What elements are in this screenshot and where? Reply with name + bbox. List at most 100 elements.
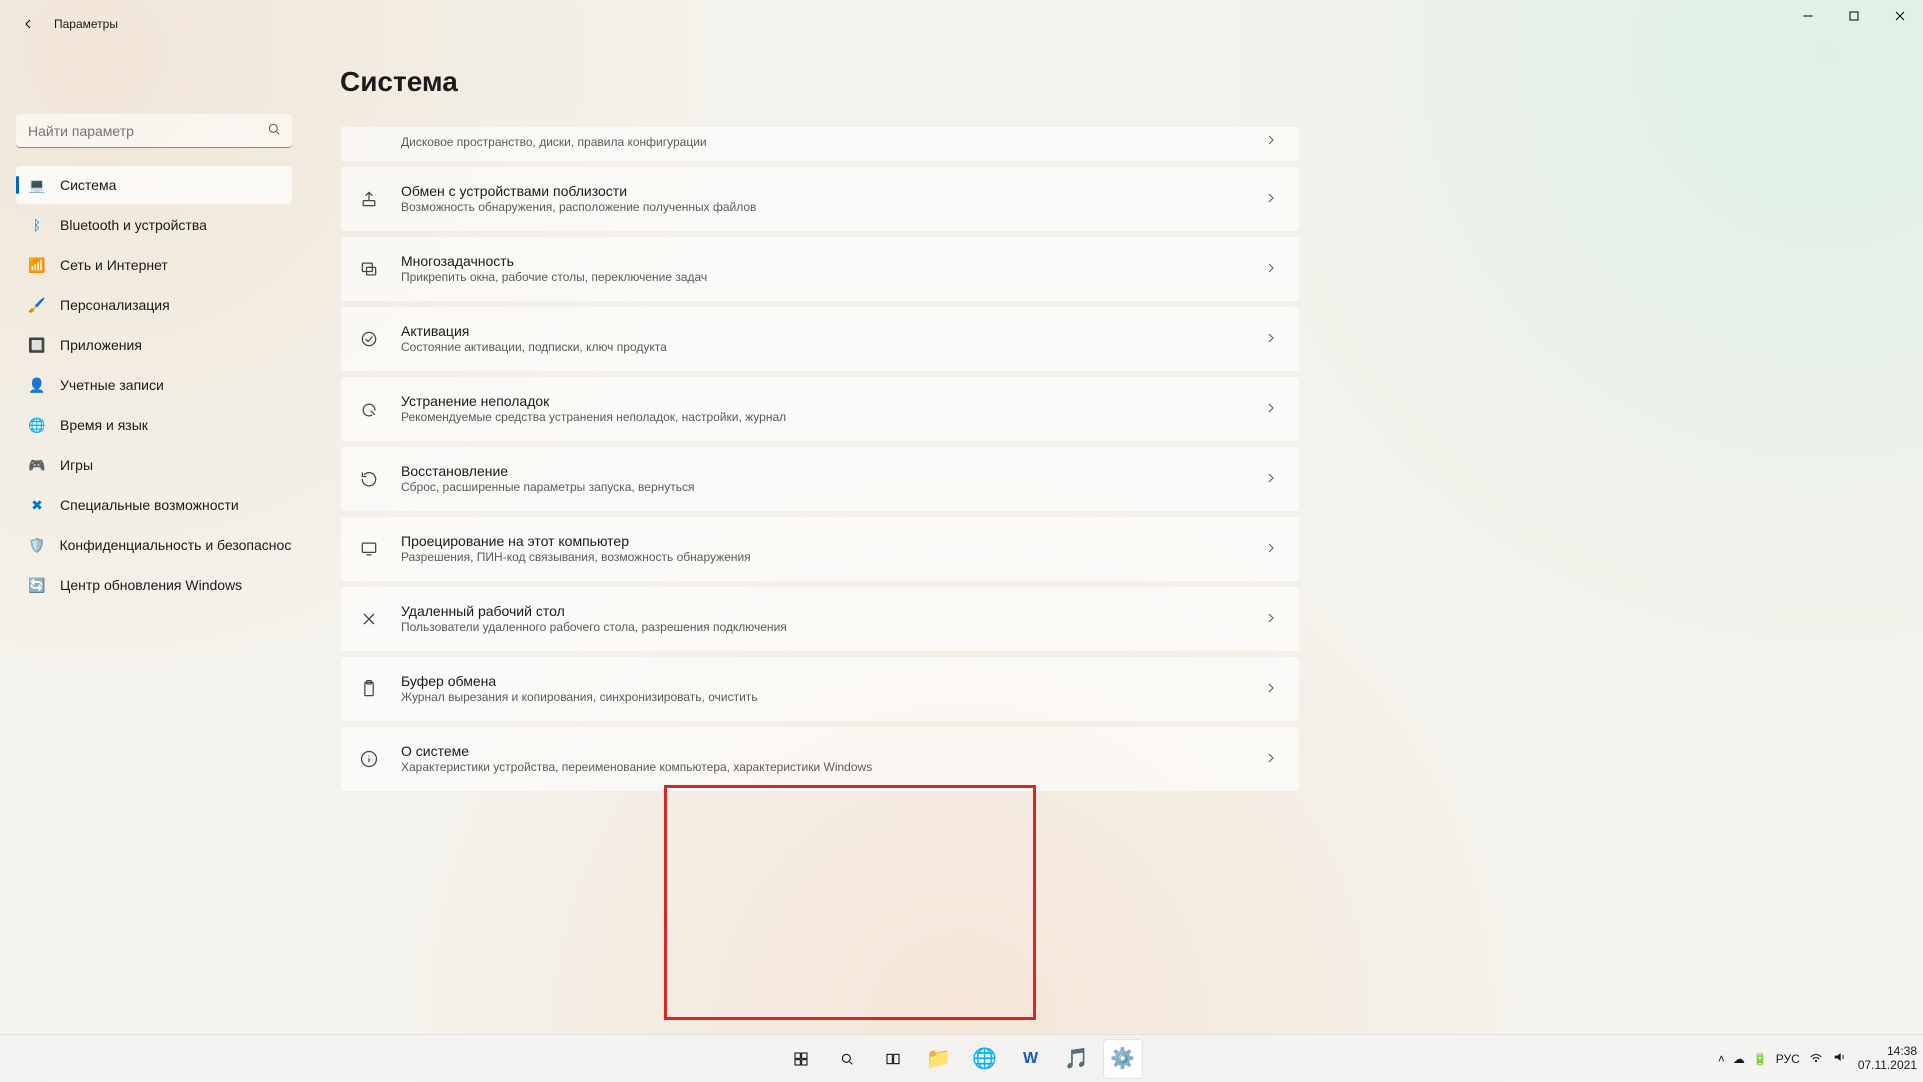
search-wrapper (16, 114, 292, 148)
row-activation-icon (357, 327, 381, 351)
settings-button[interactable]: ⚙️ (1103, 1039, 1143, 1079)
task-view-button[interactable] (873, 1039, 913, 1079)
settings-rows: Дисковое пространство, диски, правила ко… (340, 126, 1300, 792)
row-projecting-icon (357, 537, 381, 561)
edge-button[interactable]: 🌐 (965, 1039, 1005, 1079)
row-subtitle: Прикрепить окна, рабочие столы, переключ… (401, 270, 1263, 286)
row-projecting[interactable]: Проецирование на этот компьютерРазрешени… (340, 516, 1300, 582)
row-title: Буфер обмена (401, 672, 1263, 690)
row-troubleshoot-icon (357, 397, 381, 421)
tray-chevron-icon[interactable]: ˄ (1718, 1052, 1725, 1066)
row-text: О системеХарактеристики устройства, пере… (401, 742, 1263, 776)
groove-button[interactable]: 🎵 (1057, 1039, 1097, 1079)
sidebar-item-label: Время и язык (60, 417, 148, 433)
search-input[interactable] (16, 114, 292, 148)
titlebar: Параметры (0, 0, 1923, 48)
clock[interactable]: 14:38 07.11.2021 (1858, 1045, 1917, 1071)
language-indicator[interactable]: РУС (1776, 1052, 1800, 1066)
nav-system-icon: 💻 (28, 176, 46, 194)
row-nearby-sharing-icon (357, 187, 381, 211)
chevron-right-icon (1263, 470, 1279, 489)
row-clipboard[interactable]: Буфер обменаЖурнал вырезания и копирован… (340, 656, 1300, 722)
row-title: Устранение неполадок (401, 392, 1263, 410)
nav-system[interactable]: 💻 Система (16, 166, 292, 204)
start-button[interactable] (781, 1039, 821, 1079)
minimize-button[interactable] (1785, 0, 1831, 32)
row-troubleshoot[interactable]: Устранение неполадокРекомендуемые средст… (340, 376, 1300, 442)
back-button[interactable] (8, 4, 48, 44)
row-activation[interactable]: АктивацияСостояние активации, подписки, … (340, 306, 1300, 372)
close-icon (1892, 8, 1908, 24)
sidebar: 💻 Система ᛒBluetooth и устройства📶Сеть и И… (0, 48, 300, 1034)
nav-gaming-icon: 🎮 (28, 456, 46, 474)
onedrive-icon[interactable]: ☁ (1733, 1052, 1745, 1066)
taskbar-search[interactable] (827, 1039, 867, 1079)
row-subtitle: Состояние активации, подписки, ключ прод… (401, 340, 1263, 356)
row-subtitle: Сброс, расширенные параметры запуска, ве… (401, 480, 1263, 496)
sidebar-item-label: Система (60, 177, 116, 193)
nav-list: 💻 Система ᛒBluetooth и устройства📶Сеть и И… (16, 166, 292, 604)
taskbar: 📁 🌐 W 🎵 ⚙️ ˄ ☁ 🔋 РУС 14:38 07.11.2021 (0, 1034, 1923, 1082)
nav-bluetooth[interactable]: ᛒBluetooth и устройства (16, 206, 292, 244)
row-multitasking-icon (357, 257, 381, 281)
row-storage[interactable]: Дисковое пространство, диски, правила ко… (340, 126, 1300, 162)
chevron-right-icon (1263, 680, 1279, 699)
chevron-right-icon (1263, 400, 1279, 419)
word-icon: W (1023, 1050, 1038, 1068)
row-multitasking[interactable]: МногозадачностьПрикрепить окна, рабочие … (340, 236, 1300, 302)
taskbar-icons: 📁 🌐 W 🎵 ⚙️ (781, 1039, 1143, 1079)
battery-icon[interactable]: 🔋 (1753, 1052, 1768, 1066)
row-title: Многозадачность (401, 252, 1263, 270)
nav-update[interactable]: 🔄Центр обновления Windows (16, 566, 292, 604)
maximize-icon (1846, 8, 1862, 24)
nav-network[interactable]: 📶Сеть и Интернет (16, 246, 292, 284)
row-title: Активация (401, 322, 1263, 340)
nav-accounts-icon: 👤 (28, 376, 46, 394)
nav-accessibility[interactable]: ✖Специальные возможности (16, 486, 292, 524)
row-recovery-icon (357, 467, 381, 491)
nav-network-icon: 📶 (28, 256, 46, 274)
nav-personalization[interactable]: 🖌️Персонализация (16, 286, 292, 324)
nav-bluetooth-icon: ᛒ (28, 216, 46, 234)
sidebar-item-label: Учетные записи (60, 377, 164, 393)
window-title: Параметры (54, 17, 118, 31)
tray-icons: ˄ ☁ 🔋 РУС (1718, 1049, 1848, 1068)
nav-time-language[interactable]: 🌐 Время и язык (16, 406, 292, 444)
task-view-icon (885, 1051, 901, 1067)
row-text: Буфер обменаЖурнал вырезания и копирован… (401, 672, 1263, 706)
nav-gaming[interactable]: 🎮 Игры (16, 446, 292, 484)
arrow-left-icon (20, 16, 36, 32)
row-remote-desktop[interactable]: Удаленный рабочий столПользователи удале… (340, 586, 1300, 652)
close-button[interactable] (1877, 0, 1923, 32)
page-title: Система (340, 66, 1883, 98)
volume-icon[interactable] (1832, 1049, 1848, 1068)
clock-time: 14:38 (1858, 1045, 1917, 1058)
row-text: Обмен с устройствами поблизостиВозможнос… (401, 182, 1263, 216)
row-title: Проецирование на этот компьютер (401, 532, 1263, 550)
nav-accounts[interactable]: 👤 Учетные записи (16, 366, 292, 404)
nav-privacy[interactable]: 🛡️Конфиденциальность и безопасность (16, 526, 292, 564)
row-subtitle: Журнал вырезания и копирования, синхрони… (401, 690, 1263, 706)
windows-icon (793, 1051, 809, 1067)
chevron-right-icon (1263, 330, 1279, 349)
row-recovery[interactable]: ВосстановлениеСброс, расширенные парамет… (340, 446, 1300, 512)
chevron-right-icon (1263, 610, 1279, 629)
maximize-button[interactable] (1831, 0, 1877, 32)
row-subtitle: Пользователи удаленного рабочего стола, … (401, 620, 1263, 636)
user-avatar-block[interactable] (16, 48, 292, 104)
row-nearby-sharing[interactable]: Обмен с устройствами поблизостиВозможнос… (340, 166, 1300, 232)
row-text: Проецирование на этот компьютерРазрешени… (401, 532, 1263, 566)
nav-apps[interactable]: 🔲Приложения (16, 326, 292, 364)
sidebar-item-label: Игры (60, 457, 93, 473)
row-about[interactable]: О системеХарактеристики устройства, пере… (340, 726, 1300, 792)
row-text: МногозадачностьПрикрепить окна, рабочие … (401, 252, 1263, 286)
row-subtitle: Рекомендуемые средства устранения непола… (401, 410, 1263, 426)
wifi-icon[interactable] (1808, 1049, 1824, 1068)
word-button[interactable]: W (1011, 1039, 1051, 1079)
nav-time-language-icon: 🌐 (28, 416, 46, 434)
file-explorer-button[interactable]: 📁 (919, 1039, 959, 1079)
chevron-right-icon (1263, 132, 1279, 151)
row-title: Обмен с устройствами поблизости (401, 182, 1263, 200)
row-text: АктивацияСостояние активации, подписки, … (401, 322, 1263, 356)
chevron-right-icon (1263, 540, 1279, 559)
